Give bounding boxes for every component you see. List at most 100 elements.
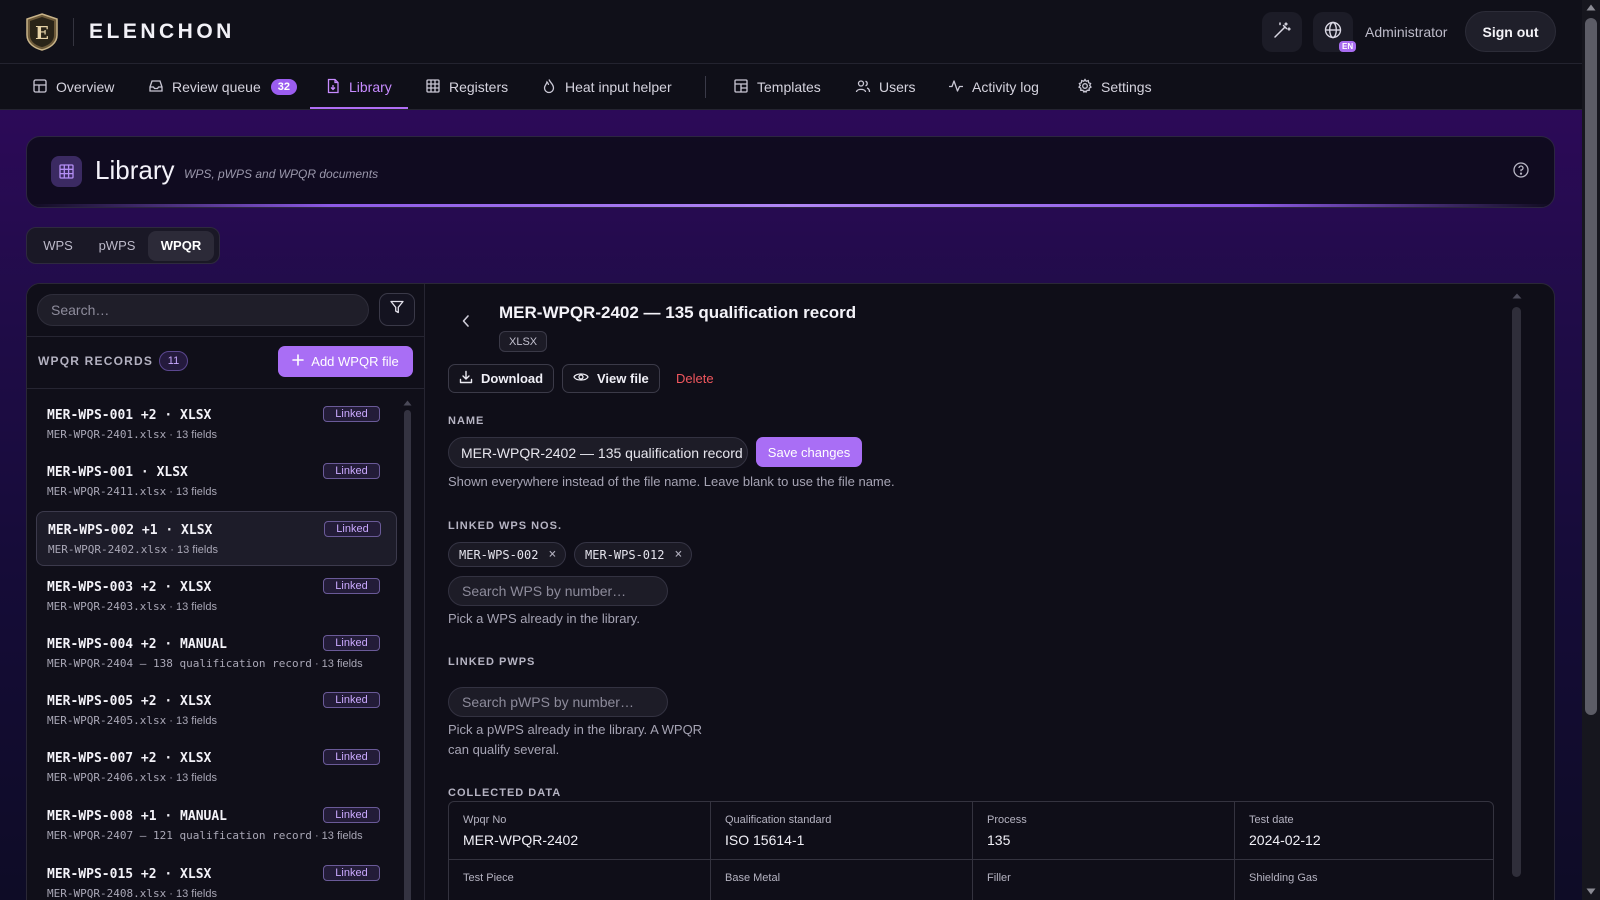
- sign-out-button[interactable]: Sign out: [1465, 11, 1556, 52]
- tab-wpqr[interactable]: WPQR: [148, 230, 214, 261]
- cell-value: MER-WPQR-2402: [463, 832, 579, 848]
- record-detail: MER-WPQR-2402 — 135 qualification record…: [426, 284, 1554, 900]
- list-item[interactable]: MER-WPS-004 +2 · MANUAL MER-WPQR-2404 — …: [36, 626, 397, 681]
- activity-icon: [948, 78, 964, 97]
- layout-icon: [32, 78, 48, 97]
- page-scrollbar-thumb[interactable]: [1585, 18, 1597, 715]
- data-cell: Test Piece: [449, 860, 711, 900]
- record-title: MER-WPS-005 +2 · XLSX: [47, 694, 212, 709]
- pwps-search-input[interactable]: Search pWPS by number…: [448, 687, 668, 717]
- nav-item-settings[interactable]: Settings: [1077, 64, 1152, 110]
- record-subtitle: MER-WPQR-2402.xlsx · 13 fields: [48, 543, 218, 556]
- nav-item-registers[interactable]: Registers: [425, 64, 508, 110]
- cell-label: Process: [987, 814, 1027, 826]
- linked-badge: Linked: [323, 692, 380, 708]
- download-button[interactable]: Download: [448, 364, 555, 393]
- back-button[interactable]: [461, 314, 471, 333]
- page-header: Library WPS, pWPS and WPQR documents: [26, 136, 1555, 208]
- nav-label: Templates: [757, 79, 821, 95]
- cell-label: Wpqr No: [463, 814, 507, 826]
- scroll-up-arrow-icon[interactable]: [1586, 4, 1596, 11]
- wps-search-input[interactable]: Search WPS by number…: [448, 576, 668, 606]
- view-file-label: View file: [597, 371, 649, 386]
- collected-data-label: COLLECTED DATA: [448, 787, 562, 799]
- cell-value: 135: [987, 832, 1011, 848]
- data-cell: Test date 2024-02-12: [1235, 802, 1493, 860]
- list-item[interactable]: MER-WPS-001 · XLSX MER-WPQR-2411.xlsx · …: [36, 454, 397, 509]
- magic-wand-button[interactable]: [1262, 12, 1302, 52]
- list-item[interactable]: MER-WPS-003 +2 · XLSX MER-WPQR-2403.xlsx…: [36, 569, 397, 624]
- nav-label: Library: [349, 79, 392, 95]
- add-wpqr-button[interactable]: Add WPQR file: [278, 346, 413, 377]
- nav-item-review-queue[interactable]: Review queue 32: [148, 64, 297, 110]
- tab-wps[interactable]: WPS: [30, 231, 86, 261]
- brand-name: ELENCHON: [89, 20, 235, 43]
- library-panel: Search… WPQR RECORDS 11 Add WPQR file ME…: [26, 283, 1555, 900]
- record-fields: · 13 fields: [311, 658, 363, 670]
- linked-pwps-label: LINKED PWPS: [448, 656, 536, 668]
- record-fields: · 13 fields: [166, 601, 217, 613]
- records-list: MER-WPS-001 +2 · XLSX MER-WPQR-2401.xlsx…: [27, 389, 405, 900]
- list-item[interactable]: MER-WPS-007 +2 · XLSX MER-WPQR-2406.xlsx…: [36, 740, 397, 795]
- list-item[interactable]: MER-WPS-001 +2 · XLSX MER-WPQR-2401.xlsx…: [36, 397, 397, 452]
- remove-chip-icon[interactable]: ×: [674, 547, 682, 562]
- nav-item-users[interactable]: Users: [855, 64, 916, 110]
- data-cell: Wpqr No MER-WPQR-2402: [449, 802, 711, 860]
- record-subtitle: MER-WPQR-2404 — 138 qualification record…: [47, 657, 363, 670]
- record-fields: · 13 fields: [166, 715, 217, 727]
- list-item[interactable]: MER-WPS-005 +2 · XLSX MER-WPQR-2405.xlsx…: [36, 683, 397, 738]
- language-button[interactable]: EN: [1313, 12, 1357, 52]
- data-cell: Filler: [973, 860, 1235, 900]
- record-fields: · 13 fields: [166, 486, 217, 498]
- detail-scroll-up-icon[interactable]: [1512, 286, 1522, 304]
- nav-item-templates[interactable]: Templates: [733, 64, 821, 110]
- record-fields: · 13 fields: [311, 830, 363, 842]
- chevron-left-icon: [461, 315, 471, 332]
- plus-icon: [292, 354, 305, 369]
- nav-item-activity-log[interactable]: Activity log: [948, 64, 1039, 110]
- filter-button[interactable]: [379, 293, 415, 326]
- list-item[interactable]: MER-WPS-015 +2 · XLSX MER-WPQR-2408.xlsx…: [36, 856, 397, 900]
- help-icon[interactable]: [1512, 161, 1530, 184]
- nav-label: Activity log: [972, 79, 1039, 95]
- linked-badge: Linked: [323, 578, 380, 594]
- record-file: MER-WPQR-2401.xlsx: [47, 428, 167, 441]
- top-bar: E ELENCHON EN Administrator Sign out: [0, 0, 1582, 64]
- add-wpqr-label: Add WPQR file: [311, 354, 399, 369]
- linked-badge: Linked: [323, 807, 380, 823]
- cell-label: Test date: [1249, 814, 1294, 826]
- nav-label: Review queue: [172, 79, 261, 95]
- view-file-button[interactable]: View file: [562, 364, 660, 393]
- remove-chip-icon[interactable]: ×: [548, 547, 556, 562]
- list-item-selected[interactable]: MER-WPS-002 +1 · XLSX MER-WPQR-2402.xlsx…: [36, 511, 397, 566]
- delete-button[interactable]: Delete: [676, 371, 714, 386]
- nav-label: Users: [879, 79, 916, 95]
- divider: [27, 336, 425, 337]
- main-nav: Overview Review queue 32 Library Registe…: [0, 64, 1582, 110]
- nav-item-heat-input-helper[interactable]: Heat input helper: [541, 64, 672, 110]
- list-item[interactable]: MER-WPS-008 +1 · MANUAL MER-WPQR-2407 — …: [36, 798, 397, 853]
- cell-label: Base Metal: [725, 872, 781, 884]
- review-count-badge: 32: [270, 79, 297, 95]
- tab-pwps[interactable]: pWPS: [86, 231, 148, 261]
- record-file: MER-WPQR-2404 — 138 qualification record: [47, 657, 312, 670]
- linked-badge: Linked: [323, 635, 380, 651]
- flame-icon: [541, 78, 557, 97]
- nav-item-library[interactable]: Library: [325, 64, 392, 110]
- wps-chip: MER-WPS-002 ×: [448, 542, 567, 567]
- record-subtitle: MER-WPQR-2405.xlsx · 13 fields: [47, 714, 217, 727]
- cell-label: Filler: [987, 872, 1011, 884]
- gear-icon: [1077, 77, 1093, 97]
- detail-scrollbar[interactable]: [1512, 307, 1521, 877]
- eye-icon: [573, 371, 589, 386]
- scroll-down-arrow-icon[interactable]: [1586, 888, 1596, 895]
- name-field[interactable]: MER-WPQR-2402 — 135 qualification record: [448, 437, 748, 468]
- list-scroll-up-icon[interactable]: [403, 393, 412, 411]
- nav-item-overview[interactable]: Overview: [32, 64, 114, 110]
- search-input[interactable]: Search…: [37, 294, 369, 326]
- list-scrollbar[interactable]: [404, 410, 411, 900]
- elenchon-logo-icon[interactable]: E: [24, 13, 60, 51]
- save-changes-button[interactable]: Save changes: [756, 437, 862, 467]
- record-subtitle: MER-WPQR-2406.xlsx · 13 fields: [47, 771, 217, 784]
- library-grid-icon: [51, 156, 82, 187]
